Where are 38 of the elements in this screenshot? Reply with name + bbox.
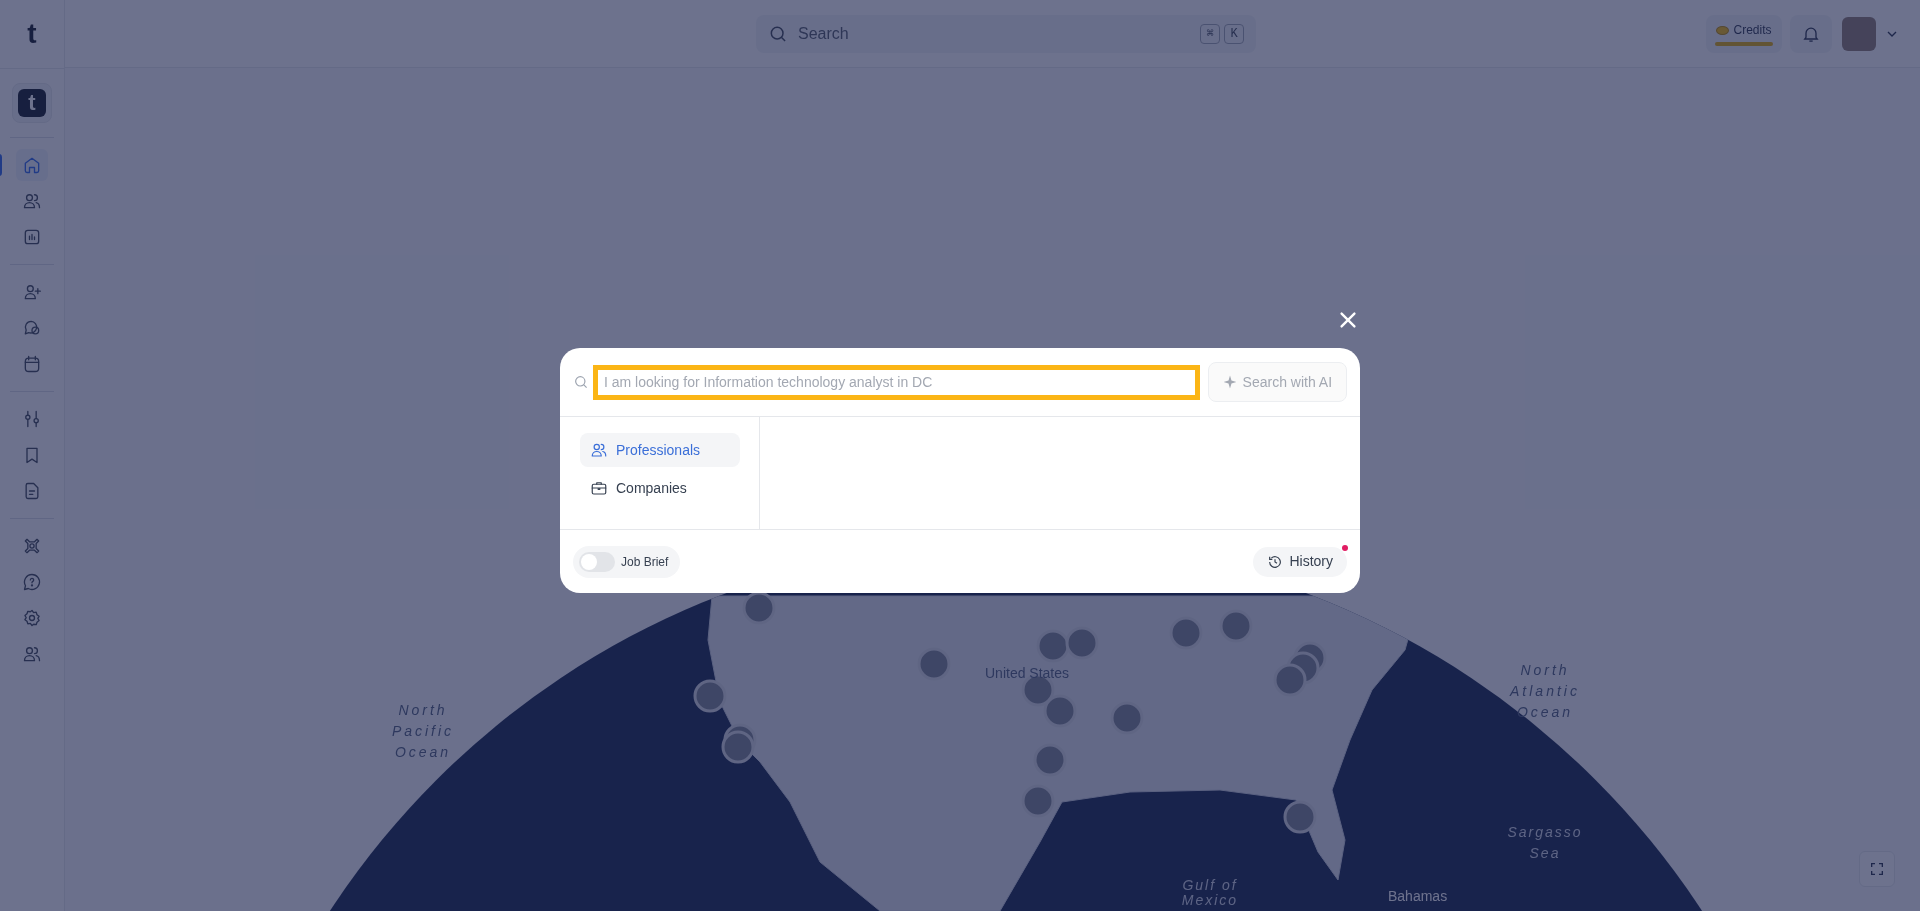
shortcut-key: ⌘ xyxy=(1200,23,1220,44)
history-icon xyxy=(1267,553,1284,570)
map-label: Bahamas xyxy=(1388,887,1448,906)
search-icon xyxy=(573,374,589,390)
fullscreen-button[interactable] xyxy=(1859,851,1895,887)
map-label: North Pacific Ocean xyxy=(390,701,456,762)
job-brief-toggle[interactable]: Job Brief xyxy=(573,545,681,578)
notifications-button[interactable] xyxy=(1790,14,1832,53)
settings-icon xyxy=(22,608,42,628)
map-label: North Atlantic Ocean xyxy=(1508,661,1581,722)
search-input[interactable]: I am looking for Information technology analyst in DC xyxy=(592,364,1200,400)
chart-icon xyxy=(22,227,42,247)
app-logo[interactable]: t xyxy=(27,0,37,68)
nav-button[interactable] xyxy=(16,149,48,181)
category-tab[interactable]: Professionals xyxy=(580,433,740,467)
help-icon xyxy=(22,572,42,592)
avatar xyxy=(1842,16,1876,51)
close-icon xyxy=(1337,309,1359,331)
sliders-icon xyxy=(22,409,42,429)
calendar-icon xyxy=(22,354,42,374)
map-label: Sargasso Sea xyxy=(1506,823,1584,863)
history-button[interactable]: History xyxy=(1253,546,1347,577)
map-label: Gulf of Mexico xyxy=(1180,878,1240,908)
users-icon xyxy=(590,441,608,459)
users-icon xyxy=(22,644,42,664)
expand-icon xyxy=(1869,861,1885,877)
home-icon xyxy=(22,155,42,175)
coin-icon xyxy=(1716,25,1730,35)
users-icon xyxy=(22,191,42,211)
lifebuoy-icon xyxy=(22,536,42,556)
credits-label: Credits xyxy=(1733,22,1772,39)
sparkle-icon xyxy=(1222,375,1237,389)
add-user-icon xyxy=(22,282,42,302)
workspace-logo[interactable]: t xyxy=(18,89,46,117)
category-tab[interactable]: Companies xyxy=(580,471,740,505)
briefcase-icon xyxy=(590,479,608,497)
credits-button[interactable]: Credits xyxy=(1706,14,1782,53)
shortcut-key: K xyxy=(1224,23,1244,44)
